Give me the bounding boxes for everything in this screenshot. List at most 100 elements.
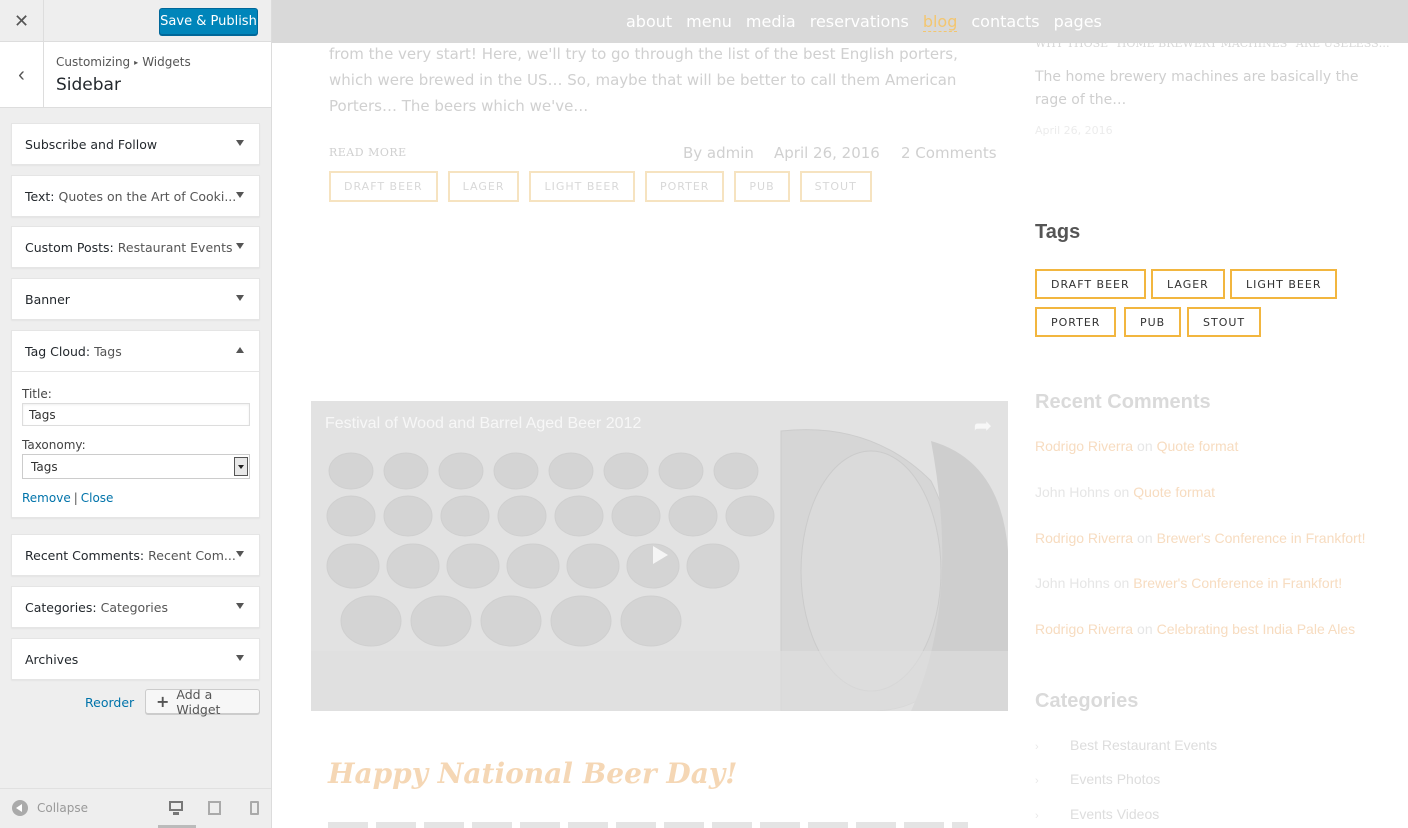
widget-tag-cloud: Tag Cloud: Tags Title: Tags Taxonomy: Ta… <box>11 330 260 518</box>
caret-down-icon[interactable] <box>236 243 244 249</box>
widget-header[interactable]: Custom Posts: Restaurant Events <box>12 227 259 267</box>
post-title[interactable]: Happy National Beer Day! <box>328 757 737 790</box>
play-icon[interactable] <box>653 546 668 564</box>
post-tag[interactable]: DRAFT BEER <box>329 171 438 202</box>
widget-name: Categories: <box>25 599 97 615</box>
video-title[interactable]: Festival of Wood and Barrel Aged Beer 20… <box>325 415 641 433</box>
post-author[interactable]: By admin <box>683 144 754 162</box>
video-embed[interactable]: Festival of Wood and Barrel Aged Beer 20… <box>311 401 1008 711</box>
comment-post-link[interactable]: Celebrating best India Pale Ales <box>1157 621 1355 637</box>
nav-item-about[interactable]: about <box>626 12 672 32</box>
dropdown-arrow-icon[interactable] <box>234 457 248 476</box>
title-label: Title: <box>22 387 52 401</box>
categories-title: Categories <box>1035 690 1139 712</box>
category-item[interactable]: › Best Restaurant Events <box>1035 737 1217 753</box>
post-text-line <box>328 822 968 828</box>
comment-post-link[interactable]: Brewer's Conference in Frankfort! <box>1157 530 1366 546</box>
action-separator: | <box>73 491 78 505</box>
widget-recent-comments: Recent Comments: Recent Com... <box>11 534 260 576</box>
nav-item-contacts[interactable]: contacts <box>971 12 1039 32</box>
comment-author-link[interactable]: John Hohns <box>1035 575 1110 591</box>
caret-down-icon[interactable] <box>236 295 244 301</box>
sidebar-post-date: April 26, 2016 <box>1035 124 1113 137</box>
title-input[interactable]: Tags <box>22 403 250 426</box>
post-comments-count[interactable]: 2 Comments <box>901 144 997 162</box>
chevron-right-icon: › <box>1035 810 1039 822</box>
post-date[interactable]: April 26, 2016 <box>774 144 880 162</box>
widget-custom-posts: Custom Posts: Restaurant Events <box>11 226 260 268</box>
reorder-link[interactable]: Reorder <box>85 695 134 710</box>
caret-down-icon[interactable] <box>236 140 244 146</box>
widget-header[interactable]: Archives <box>12 639 259 679</box>
breadcrumb-part: Widgets <box>142 55 191 69</box>
chevron-right-icon: › <box>1035 775 1039 787</box>
site-preview: from the very start! Here, we'll try to … <box>272 0 1408 828</box>
caret-down-icon[interactable] <box>236 551 244 557</box>
close-icon: ✕ <box>13 10 30 31</box>
taxonomy-selected-value: Tags <box>31 459 58 474</box>
comment-post-link[interactable]: Quote format <box>1133 484 1215 500</box>
widget-header[interactable]: Recent Comments: Recent Com... <box>12 535 259 575</box>
tag-cloud-item[interactable]: DRAFT BEER <box>1035 269 1146 299</box>
comment-post-link[interactable]: Quote format <box>1157 438 1239 454</box>
category-item[interactable]: › Events Videos <box>1035 806 1159 822</box>
customizer-panel: ✕ Save & Publish ‹ Customizing ▸ Widgets S… <box>0 0 272 828</box>
widget-subscribe-follow: Subscribe and Follow <box>11 123 260 165</box>
post-tag[interactable]: LIGHT BEER <box>529 171 635 202</box>
back-button[interactable]: ‹ <box>0 42 44 108</box>
widget-header[interactable]: Subscribe and Follow <box>12 124 259 164</box>
widget-name: Subscribe and Follow <box>25 136 158 152</box>
comment-post-link[interactable]: Brewer's Conference in Frankfort! <box>1133 575 1342 591</box>
widget-title: Restaurant Events <box>117 239 233 255</box>
tag-cloud-item[interactable]: LIGHT BEER <box>1230 269 1338 299</box>
widget-header[interactable]: Banner <box>12 279 259 319</box>
post-tag[interactable]: STOUT <box>799 171 872 202</box>
save-publish-button[interactable]: Save & Publish <box>159 8 258 35</box>
caret-down-icon[interactable] <box>236 603 244 609</box>
nav-item-pages[interactable]: pages <box>1054 12 1102 32</box>
close-customizer-button[interactable]: ✕ <box>0 0 44 42</box>
category-item[interactable]: › Events Photos <box>1035 771 1160 787</box>
comment-author-link[interactable]: Rodrigo Riverra <box>1035 530 1133 546</box>
remove-widget-link[interactable]: Remove <box>22 491 71 505</box>
comment-author-link[interactable]: Rodrigo Riverra <box>1035 621 1133 637</box>
taxonomy-select[interactable]: Tags <box>22 454 250 479</box>
post-excerpt: from the very start! Here, we'll try to … <box>329 45 958 115</box>
caret-down-icon[interactable] <box>236 655 244 661</box>
tablet-preview-icon[interactable] <box>207 800 223 816</box>
post-tag[interactable]: LAGER <box>447 171 520 202</box>
widget-title: Categories <box>100 599 168 615</box>
post-tag[interactable]: PUB <box>734 171 790 202</box>
widget-banner: Banner <box>11 278 260 320</box>
widget-header[interactable]: Tag Cloud: Tags <box>12 331 259 371</box>
comment-on-text: on <box>1137 438 1153 454</box>
caret-down-icon[interactable] <box>236 192 244 198</box>
nav-item-media[interactable]: media <box>746 12 796 32</box>
caret-up-icon[interactable] <box>236 347 244 353</box>
comment-author-link[interactable]: John Hohns <box>1035 484 1110 500</box>
tag-cloud-item[interactable]: PUB <box>1124 307 1182 337</box>
taxonomy-label: Taxonomy: <box>22 438 86 452</box>
collapse-button[interactable]: Collapse <box>12 800 88 816</box>
comment-author-link[interactable]: Rodrigo Riverra <box>1035 438 1133 454</box>
mobile-preview-icon[interactable] <box>247 800 263 816</box>
read-more-link[interactable]: READ MORE <box>329 146 407 159</box>
nav-item-blog[interactable]: blog <box>922 12 958 32</box>
collapse-arrow-icon <box>12 800 28 816</box>
widget-categories: Categories: Categories <box>11 586 260 628</box>
nav-item-reservations[interactable]: reservations <box>810 12 909 32</box>
add-widget-button[interactable]: + Add a Widget <box>145 687 260 717</box>
tag-cloud-item[interactable]: PORTER <box>1035 307 1117 337</box>
post-tag[interactable]: PORTER <box>644 171 725 202</box>
share-icon[interactable]: ➦ <box>974 413 992 439</box>
sidebar-post-excerpt: The home brewery machines are basically … <box>1035 69 1359 108</box>
tag-cloud-item[interactable]: STOUT <box>1187 307 1262 337</box>
tag-cloud-item[interactable]: LAGER <box>1151 269 1225 299</box>
desktop-preview-icon[interactable] <box>168 800 184 816</box>
nav-item-menu[interactable]: menu <box>686 12 732 32</box>
breadcrumb-part: Customizing <box>56 55 131 69</box>
widget-header[interactable]: Categories: Categories <box>12 587 259 627</box>
close-widget-link[interactable]: Close <box>81 491 114 505</box>
widget-header[interactable]: Text: Quotes on the Art of Cooki... <box>12 176 259 216</box>
comment-on-text: on <box>1137 530 1153 546</box>
